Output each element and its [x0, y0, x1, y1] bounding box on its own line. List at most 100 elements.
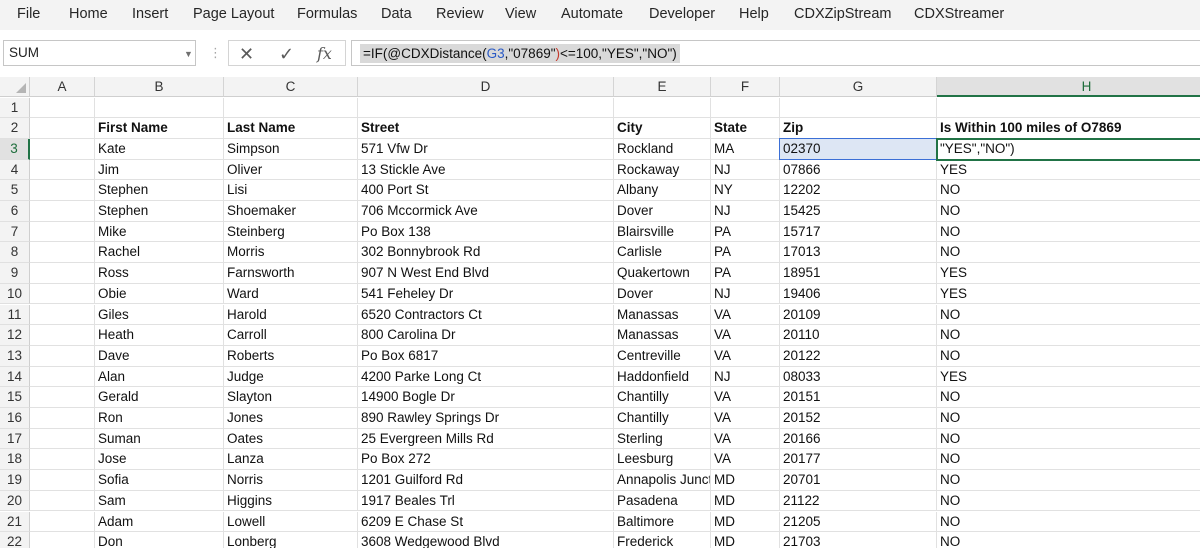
cell-a1[interactable] — [30, 97, 95, 119]
cell-b17[interactable]: Suman — [95, 428, 224, 450]
cell-c14[interactable]: Judge — [224, 366, 358, 388]
row-header-7[interactable]: 7 — [0, 221, 30, 243]
cell-c16[interactable]: Jones — [224, 408, 358, 429]
cell-g14[interactable]: 08033 — [780, 366, 937, 388]
cell-e3[interactable]: Rockland — [614, 138, 711, 160]
cell-d4[interactable]: 13 Stickle Ave — [358, 159, 614, 181]
row-header-12[interactable]: 12 — [0, 325, 30, 346]
cell-b21[interactable]: Adam — [95, 511, 224, 533]
cell-a7[interactable] — [30, 221, 95, 243]
cell-h20[interactable]: NO — [937, 491, 1200, 512]
chevron-down-icon[interactable]: ▼ — [184, 49, 193, 59]
row-header-17[interactable]: 17 — [0, 428, 30, 450]
header-cell-h[interactable]: Is Within 100 miles of O7869 — [937, 118, 1200, 139]
cell-a11[interactable] — [30, 304, 95, 326]
cell-h8[interactable]: NO — [937, 242, 1200, 264]
formula-input[interactable]: =IF(@CDXDistance(G3,"07869")<=100,"YES",… — [351, 40, 1200, 66]
row-header-9[interactable]: 9 — [0, 263, 30, 284]
cell-a5[interactable] — [30, 180, 95, 201]
cell-d22[interactable]: 3608 Wedgewood Blvd — [358, 532, 614, 548]
cell-h7[interactable]: NO — [937, 222, 1200, 243]
cell-b1[interactable] — [95, 97, 224, 119]
cell-a12[interactable] — [30, 325, 95, 346]
cell-f20[interactable]: MD — [711, 490, 780, 512]
column-header-g[interactable]: G — [780, 77, 937, 97]
cell-a4[interactable] — [30, 159, 95, 181]
cell-e21[interactable]: Baltimore — [614, 511, 711, 533]
row-header-20[interactable]: 20 — [0, 490, 30, 512]
cell-d9[interactable]: 907 N West End Blvd — [358, 263, 614, 284]
cell-f1[interactable] — [711, 97, 780, 119]
cell-g3[interactable]: 02370 — [780, 138, 937, 160]
cell-h11[interactable]: NO — [937, 305, 1200, 326]
cell-a15[interactable] — [30, 387, 95, 408]
header-cell-c[interactable]: Last Name — [224, 118, 358, 139]
cell-c9[interactable]: Farnsworth — [224, 263, 358, 284]
cell-c15[interactable]: Slayton — [224, 387, 358, 408]
cell-c18[interactable]: Lanza — [224, 449, 358, 471]
cell-b3[interactable]: Kate — [95, 138, 224, 160]
cell-c13[interactable]: Roberts — [224, 345, 358, 367]
cell-e4[interactable]: Rockaway — [614, 159, 711, 181]
cell-c6[interactable]: Shoemaker — [224, 201, 358, 222]
cell-c4[interactable]: Oliver — [224, 159, 358, 181]
cell-f16[interactable]: VA — [711, 408, 780, 429]
cell-b5[interactable]: Stephen — [95, 180, 224, 201]
cell-d11[interactable]: 6520 Contractors Ct — [358, 304, 614, 326]
cell-c11[interactable]: Harold — [224, 304, 358, 326]
cell-e12[interactable]: Manassas — [614, 325, 711, 346]
menu-automate[interactable]: Automate — [561, 0, 623, 30]
menu-cdxzipstream[interactable]: CDXZipStream — [794, 0, 892, 30]
row-header-21[interactable]: 21 — [0, 511, 30, 533]
cell-e5[interactable]: Albany — [614, 180, 711, 201]
cell-f18[interactable]: VA — [711, 449, 780, 471]
cell-d20[interactable]: 1917 Beales Trl — [358, 490, 614, 512]
cell-h12[interactable]: NO — [937, 325, 1200, 346]
cell-b9[interactable]: Ross — [95, 263, 224, 284]
menu-help[interactable]: Help — [739, 0, 769, 30]
row-header-18[interactable]: 18 — [0, 449, 30, 471]
cell-a18[interactable] — [30, 449, 95, 471]
cell-g17[interactable]: 20166 — [780, 428, 937, 450]
cell-c19[interactable]: Norris — [224, 470, 358, 491]
cell-e8[interactable]: Carlisle — [614, 242, 711, 264]
cell-h19[interactable]: NO — [937, 470, 1200, 491]
column-header-f[interactable]: F — [711, 77, 780, 97]
cell-h13[interactable]: NO — [937, 346, 1200, 367]
row-header-13[interactable]: 13 — [0, 345, 30, 367]
cell-b6[interactable]: Stephen — [95, 201, 224, 222]
cell-h16[interactable]: NO — [937, 408, 1200, 429]
cell-b14[interactable]: Alan — [95, 366, 224, 388]
row-header-8[interactable]: 8 — [0, 242, 30, 264]
cell-d18[interactable]: Po Box 272 — [358, 449, 614, 471]
menu-view[interactable]: View — [505, 0, 536, 30]
menu-insert[interactable]: Insert — [132, 0, 168, 30]
cell-f6[interactable]: NJ — [711, 201, 780, 222]
cell-g20[interactable]: 21122 — [780, 490, 937, 512]
cell-b8[interactable]: Rachel — [95, 242, 224, 264]
cell-a21[interactable] — [30, 511, 95, 533]
cell-a14[interactable] — [30, 366, 95, 388]
cell-e18[interactable]: Leesburg — [614, 449, 711, 471]
cell-e9[interactable]: Quakertown — [614, 263, 711, 284]
cell-e1[interactable] — [614, 97, 711, 119]
cell-g16[interactable]: 20152 — [780, 408, 937, 429]
cell-a9[interactable] — [30, 263, 95, 284]
cell-h18[interactable]: NO — [937, 449, 1200, 471]
name-box[interactable]: SUM ▼ — [3, 40, 196, 66]
cell-g21[interactable]: 21205 — [780, 511, 937, 533]
cell-f21[interactable]: MD — [711, 511, 780, 533]
cell-d5[interactable]: 400 Port St — [358, 180, 614, 201]
row-header-11[interactable]: 11 — [0, 304, 30, 326]
menu-review[interactable]: Review — [436, 0, 484, 30]
column-header-d[interactable]: D — [358, 77, 614, 97]
cell-a13[interactable] — [30, 345, 95, 367]
cell-c21[interactable]: Lowell — [224, 511, 358, 533]
cell-c3[interactable]: Simpson — [224, 138, 358, 160]
menu-page-layout[interactable]: Page Layout — [193, 0, 274, 30]
cell-b15[interactable]: Gerald — [95, 387, 224, 408]
cell-a2[interactable] — [30, 118, 95, 139]
cell-g22[interactable]: 21703 — [780, 532, 937, 548]
cell-d16[interactable]: 890 Rawley Springs Dr — [358, 408, 614, 429]
cell-g18[interactable]: 20177 — [780, 449, 937, 471]
